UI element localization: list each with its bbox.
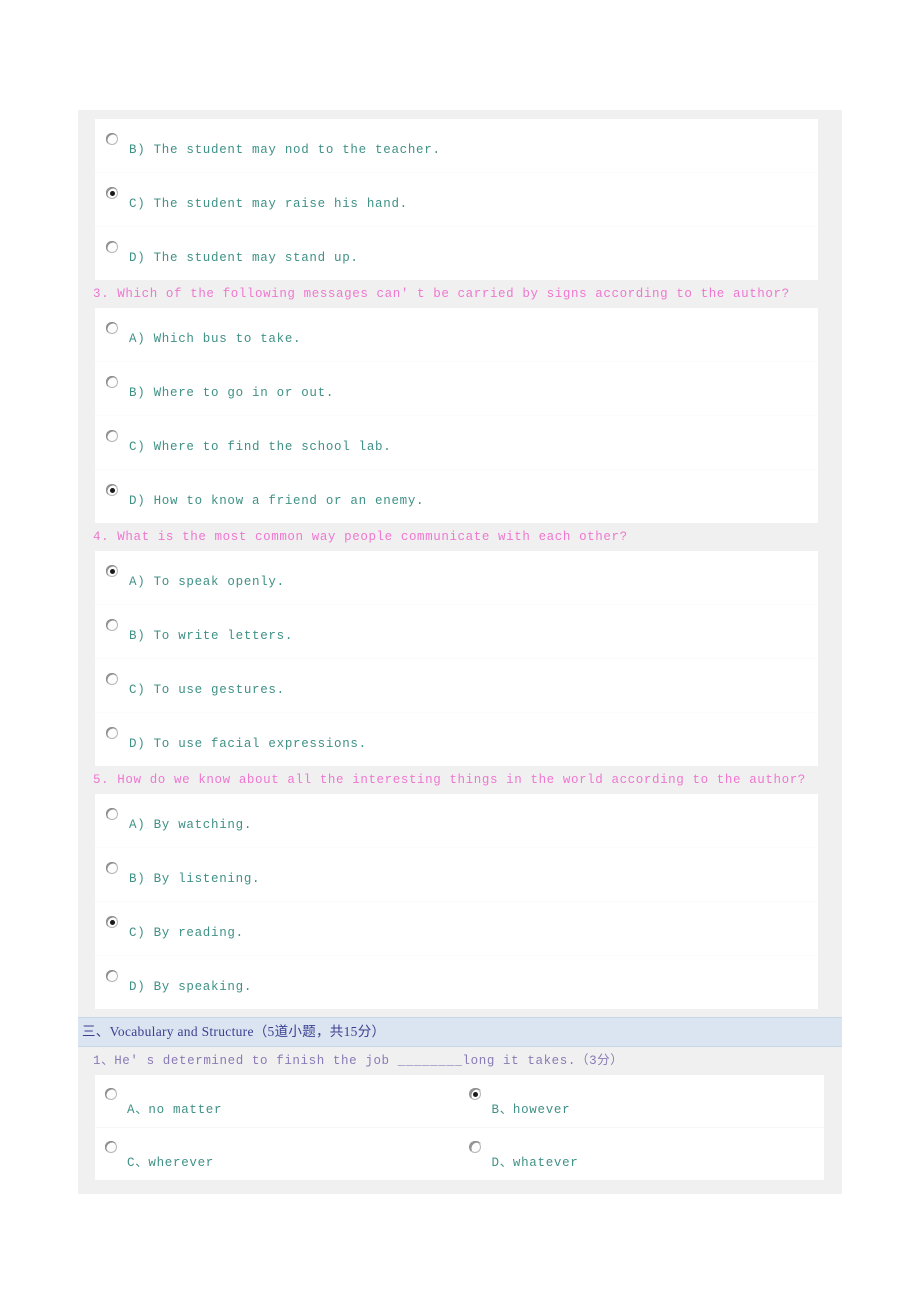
- radio-button-unchecked[interactable]: [105, 807, 118, 820]
- radio-wrap[interactable]: [95, 713, 129, 739]
- option-row: A、no matter B、however: [95, 1075, 824, 1128]
- option-row[interactable]: B) To write letters.: [95, 605, 818, 659]
- option-row[interactable]: D) By speaking.: [95, 956, 818, 1009]
- radio-button-checked[interactable]: [105, 483, 118, 496]
- option-row[interactable]: C) The student may raise his hand.: [95, 173, 818, 227]
- radio-button-unchecked[interactable]: [105, 969, 118, 982]
- radio-button-unchecked[interactable]: [105, 726, 118, 739]
- radio-wrap[interactable]: [95, 1128, 127, 1180]
- radio-button-unchecked[interactable]: [105, 861, 118, 874]
- radio-wrap[interactable]: [95, 1075, 127, 1127]
- radio-button-unchecked[interactable]: [105, 321, 118, 334]
- option-cell-d[interactable]: D、whatever: [460, 1128, 825, 1180]
- radio-button-unchecked[interactable]: [104, 1140, 117, 1153]
- question-5-options: A) By watching. B) By listening. C) By r…: [95, 794, 818, 1009]
- option-label: B) To write letters.: [129, 629, 294, 643]
- option-row[interactable]: C) By reading.: [95, 902, 818, 956]
- radio-button-unchecked[interactable]: [105, 618, 118, 631]
- question-3-options: A) Which bus to take. B) Where to go in …: [95, 308, 818, 523]
- radio-button-unchecked[interactable]: [105, 429, 118, 442]
- option-row[interactable]: D) To use facial expressions.: [95, 713, 818, 766]
- radio-button-unchecked[interactable]: [105, 375, 118, 388]
- radio-button-unchecked[interactable]: [105, 240, 118, 253]
- option-label: C) Where to find the school lab.: [129, 440, 392, 454]
- question-title-3: 3. Which of the following messages can' …: [93, 287, 790, 301]
- vocabulary-question-1-options: A、no matter B、however C、wherever D、whate…: [95, 1075, 824, 1180]
- radio-wrap[interactable]: [95, 551, 129, 577]
- option-label: D) The student may stand up.: [129, 251, 359, 265]
- radio-wrap[interactable]: [95, 362, 129, 388]
- option-label: D) How to know a friend or an enemy.: [129, 494, 425, 508]
- radio-wrap[interactable]: [95, 659, 129, 685]
- radio-button-checked[interactable]: [469, 1087, 482, 1100]
- question-4-options: A) To speak openly. B) To write letters.…: [95, 551, 818, 766]
- radio-wrap[interactable]: [95, 416, 129, 442]
- radio-button-unchecked[interactable]: [105, 672, 118, 685]
- exam-page: B) The student may nod to the teacher. C…: [78, 110, 842, 1194]
- question-2-options: B) The student may nod to the teacher. C…: [95, 119, 818, 280]
- question-title-4: 4. What is the most common way people co…: [93, 530, 628, 544]
- radio-button-unchecked[interactable]: [104, 1087, 117, 1100]
- option-label: A) Which bus to take.: [129, 332, 302, 346]
- option-cell-a[interactable]: A、no matter: [95, 1075, 460, 1127]
- option-row[interactable]: D) The student may stand up.: [95, 227, 818, 280]
- option-label: B) Where to go in or out.: [129, 386, 335, 400]
- radio-button-checked[interactable]: [105, 915, 118, 928]
- radio-wrap[interactable]: [95, 308, 129, 334]
- option-cell-b[interactable]: B、however: [460, 1075, 825, 1127]
- option-label: B) The student may nod to the teacher.: [129, 143, 441, 157]
- option-row[interactable]: B) By listening.: [95, 848, 818, 902]
- option-label: D) By speaking.: [129, 980, 253, 994]
- option-label: C) The student may raise his hand.: [129, 197, 408, 211]
- radio-wrap[interactable]: [460, 1128, 492, 1180]
- radio-button-unchecked[interactable]: [469, 1140, 482, 1153]
- option-label: C) By reading.: [129, 926, 244, 940]
- radio-wrap[interactable]: [95, 605, 129, 631]
- radio-button-checked[interactable]: [105, 186, 118, 199]
- option-label: A) To speak openly.: [129, 575, 285, 589]
- radio-wrap[interactable]: [95, 119, 129, 145]
- bottom-spacer: [78, 1180, 842, 1194]
- radio-wrap[interactable]: [95, 794, 129, 820]
- option-label: A) By watching.: [129, 818, 253, 832]
- option-label: C) To use gestures.: [129, 683, 285, 697]
- option-row[interactable]: A) To speak openly.: [95, 551, 818, 605]
- radio-wrap[interactable]: [95, 173, 129, 199]
- option-label: D、whatever: [491, 1156, 579, 1170]
- radio-button-unchecked[interactable]: [105, 132, 118, 145]
- radio-wrap[interactable]: [95, 227, 129, 253]
- option-cell-c[interactable]: C、wherever: [95, 1128, 460, 1180]
- option-row: C、wherever D、whatever: [95, 1128, 824, 1180]
- question-title-5: 5. How do we know about all the interest…: [93, 773, 806, 787]
- radio-wrap[interactable]: [95, 956, 129, 982]
- section-header-vocabulary: 三、Vocabulary and Structure（5道小题，共15分）: [78, 1017, 842, 1047]
- option-row[interactable]: A) Which bus to take.: [95, 308, 818, 362]
- option-row[interactable]: B) Where to go in or out.: [95, 362, 818, 416]
- option-label: B、however: [491, 1103, 571, 1117]
- option-label: C、wherever: [127, 1156, 215, 1170]
- vocabulary-question-title-1: 1、He' s determined to finish the job ___…: [93, 1054, 624, 1068]
- radio-wrap[interactable]: [460, 1075, 492, 1127]
- option-row[interactable]: C) Where to find the school lab.: [95, 416, 818, 470]
- section-spacer: [78, 1009, 842, 1017]
- option-label: D) To use facial expressions.: [129, 737, 367, 751]
- option-row[interactable]: A) By watching.: [95, 794, 818, 848]
- option-row[interactable]: D) How to know a friend or an enemy.: [95, 470, 818, 523]
- option-row[interactable]: B) The student may nod to the teacher.: [95, 119, 818, 173]
- option-label: A、no matter: [127, 1103, 223, 1117]
- radio-wrap[interactable]: [95, 470, 129, 496]
- top-spacer: [78, 110, 842, 119]
- radio-button-checked[interactable]: [105, 564, 118, 577]
- radio-wrap[interactable]: [95, 848, 129, 874]
- option-label: B) By listening.: [129, 872, 261, 886]
- option-row[interactable]: C) To use gestures.: [95, 659, 818, 713]
- radio-wrap[interactable]: [95, 902, 129, 928]
